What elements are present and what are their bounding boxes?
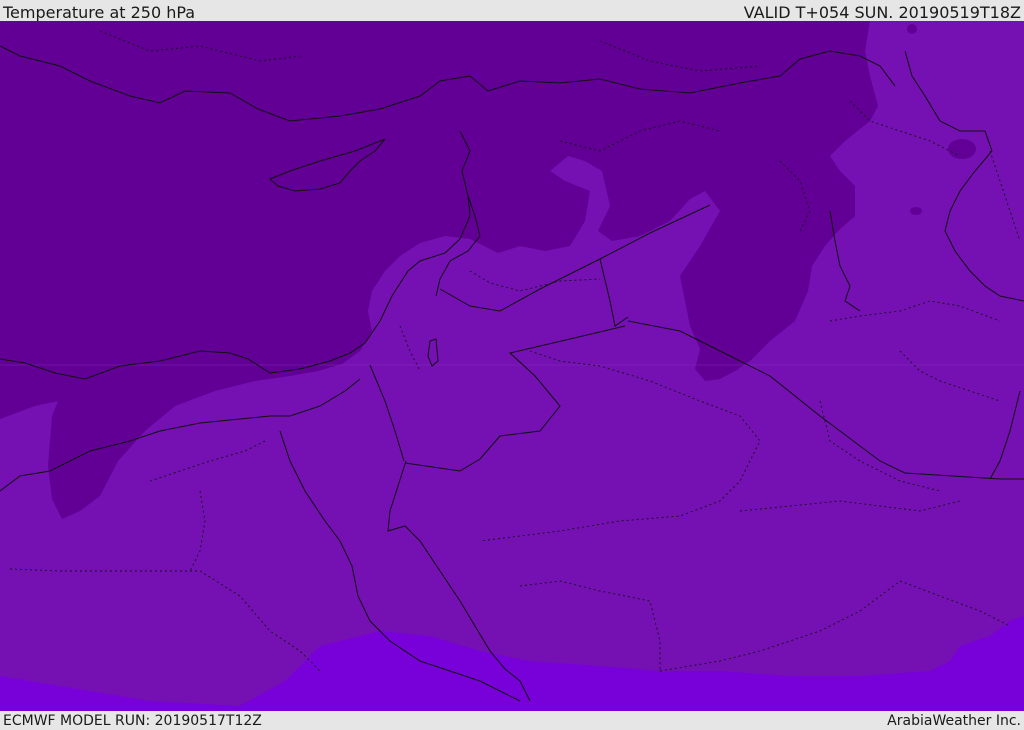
- model-run: ECMWF MODEL RUN: 20190517T12Z: [3, 713, 262, 729]
- weather-map[interactable]: [0, 21, 1024, 711]
- footer-bar: ECMWF MODEL RUN: 20190517T12Z ArabiaWeat…: [0, 711, 1024, 729]
- header-bar: Temperature at 250 hPa VALID T+054 SUN. …: [0, 0, 1024, 22]
- cold-spot: [948, 139, 976, 159]
- valid-time: VALID T+054 SUN. 20190519T18Z: [743, 3, 1021, 22]
- credit-text: ArabiaWeather Inc.: [887, 713, 1021, 729]
- map-title: Temperature at 250 hPa: [3, 3, 196, 22]
- cold-spot: [910, 207, 922, 215]
- cold-spot: [907, 24, 917, 34]
